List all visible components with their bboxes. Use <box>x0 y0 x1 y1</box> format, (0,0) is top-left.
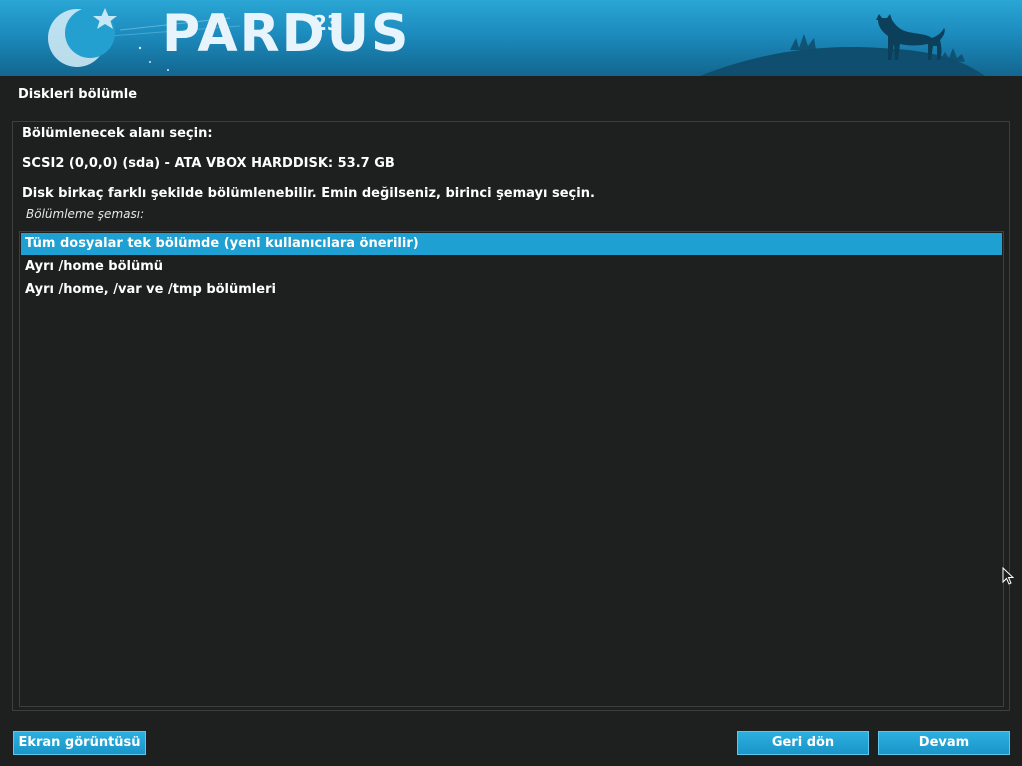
back-button[interactable]: Geri dön <box>737 731 869 755</box>
list-item-single-partition[interactable]: Tüm dosyalar tek bölümde (yeni kullanıcı… <box>21 233 1002 255</box>
banner-artwork <box>48 8 985 76</box>
mouse-pointer-icon <box>1002 567 1015 585</box>
landscape-silhouette <box>700 34 985 76</box>
partition-scheme-list[interactable]: Tüm dosyalar tek bölümde (yeni kullanıcı… <box>19 231 1004 707</box>
disk-info: SCSI2 (0,0,0) (sda) - ATA VBOX HARDDISK:… <box>22 156 395 171</box>
screenshot-button[interactable]: Ekran görüntüsü <box>13 731 146 755</box>
area-prompt: Bölümlenecek alanı seçin: <box>22 126 213 141</box>
partition-description: Disk birkaç farklı şekilde bölümlenebili… <box>22 186 595 201</box>
pardus-logo: PARDUS <box>162 4 411 64</box>
partition-scheme-label: Bölümleme şeması: <box>26 207 145 221</box>
pardus-version-badge: 23 <box>313 11 341 35</box>
page-title: Diskleri bölümle <box>18 87 138 102</box>
header-banner: PARDUS 23 <box>0 0 1022 76</box>
list-item-separate-home-var-tmp[interactable]: Ayrı /home, /var ve /tmp bölümleri <box>21 279 1002 301</box>
continue-button[interactable]: Devam <box>878 731 1010 755</box>
list-item-separate-home[interactable]: Ayrı /home bölümü <box>21 256 1002 278</box>
